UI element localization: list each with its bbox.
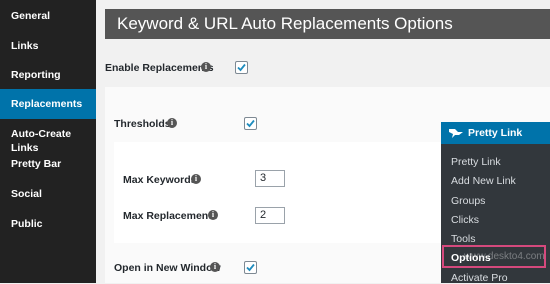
sidebar-item-social[interactable]: Social — [0, 187, 96, 201]
thresholds-label: Thresholds — [114, 118, 171, 130]
info-icon[interactable]: i — [208, 210, 218, 220]
watermark: www.deskto4.com — [464, 251, 545, 262]
menu-item-groups[interactable]: Groups — [451, 195, 485, 207]
info-icon[interactable]: i — [210, 262, 220, 272]
thresholds-checkbox[interactable] — [244, 117, 257, 130]
sidebar-item-pretty-bar[interactable]: Pretty Bar — [0, 157, 96, 171]
info-icon[interactable]: i — [201, 62, 211, 72]
menu-item-add-new-link[interactable]: Add New Link — [451, 175, 516, 187]
enable-replacements-label: Enable Replacements — [105, 62, 214, 74]
info-icon[interactable]: i — [191, 174, 201, 184]
enable-replacements-checkbox[interactable] — [235, 61, 248, 74]
page-title: Keyword & URL Auto Replacements Options — [117, 14, 453, 33]
sidebar-item-general[interactable]: General — [0, 9, 96, 23]
open-new-window-label: Open in New Window — [114, 262, 221, 274]
open-new-window-checkbox[interactable] — [244, 261, 257, 274]
pretty-link-menu-header[interactable]: Pretty Link — [441, 122, 550, 144]
sidebar-item-links[interactable]: Links — [0, 39, 96, 53]
max-replacements-input[interactable]: 2 — [255, 207, 285, 224]
page-title-bar: Keyword & URL Auto Replacements Options — [105, 9, 550, 39]
menu-item-tools[interactable]: Tools — [451, 233, 476, 245]
sidebar-item-auto-create-links[interactable]: Auto-Create Links — [0, 127, 96, 155]
menu-item-clicks[interactable]: Clicks — [451, 214, 479, 226]
menu-item-pretty-link[interactable]: Pretty Link — [451, 156, 501, 168]
pretty-link-menu-title: Pretty Link — [468, 127, 523, 139]
sidebar-item-replacements[interactable]: Replacements — [0, 89, 96, 119]
settings-sidebar: General Links Reporting Replacements Aut… — [0, 0, 96, 283]
menu-item-activate-pro[interactable]: Activate Pro — [451, 272, 508, 284]
max-keywords-label: Max Keywords — [123, 174, 197, 186]
sidebar-item-reporting[interactable]: Reporting — [0, 68, 96, 82]
sidebar-item-public[interactable]: Public — [0, 217, 96, 231]
info-icon[interactable]: i — [167, 118, 177, 128]
gutter — [96, 0, 105, 283]
max-keywords-input[interactable]: 3 — [255, 170, 285, 187]
max-replacements-label: Max Replacements — [123, 210, 218, 222]
pretty-link-logo-icon — [449, 129, 463, 138]
